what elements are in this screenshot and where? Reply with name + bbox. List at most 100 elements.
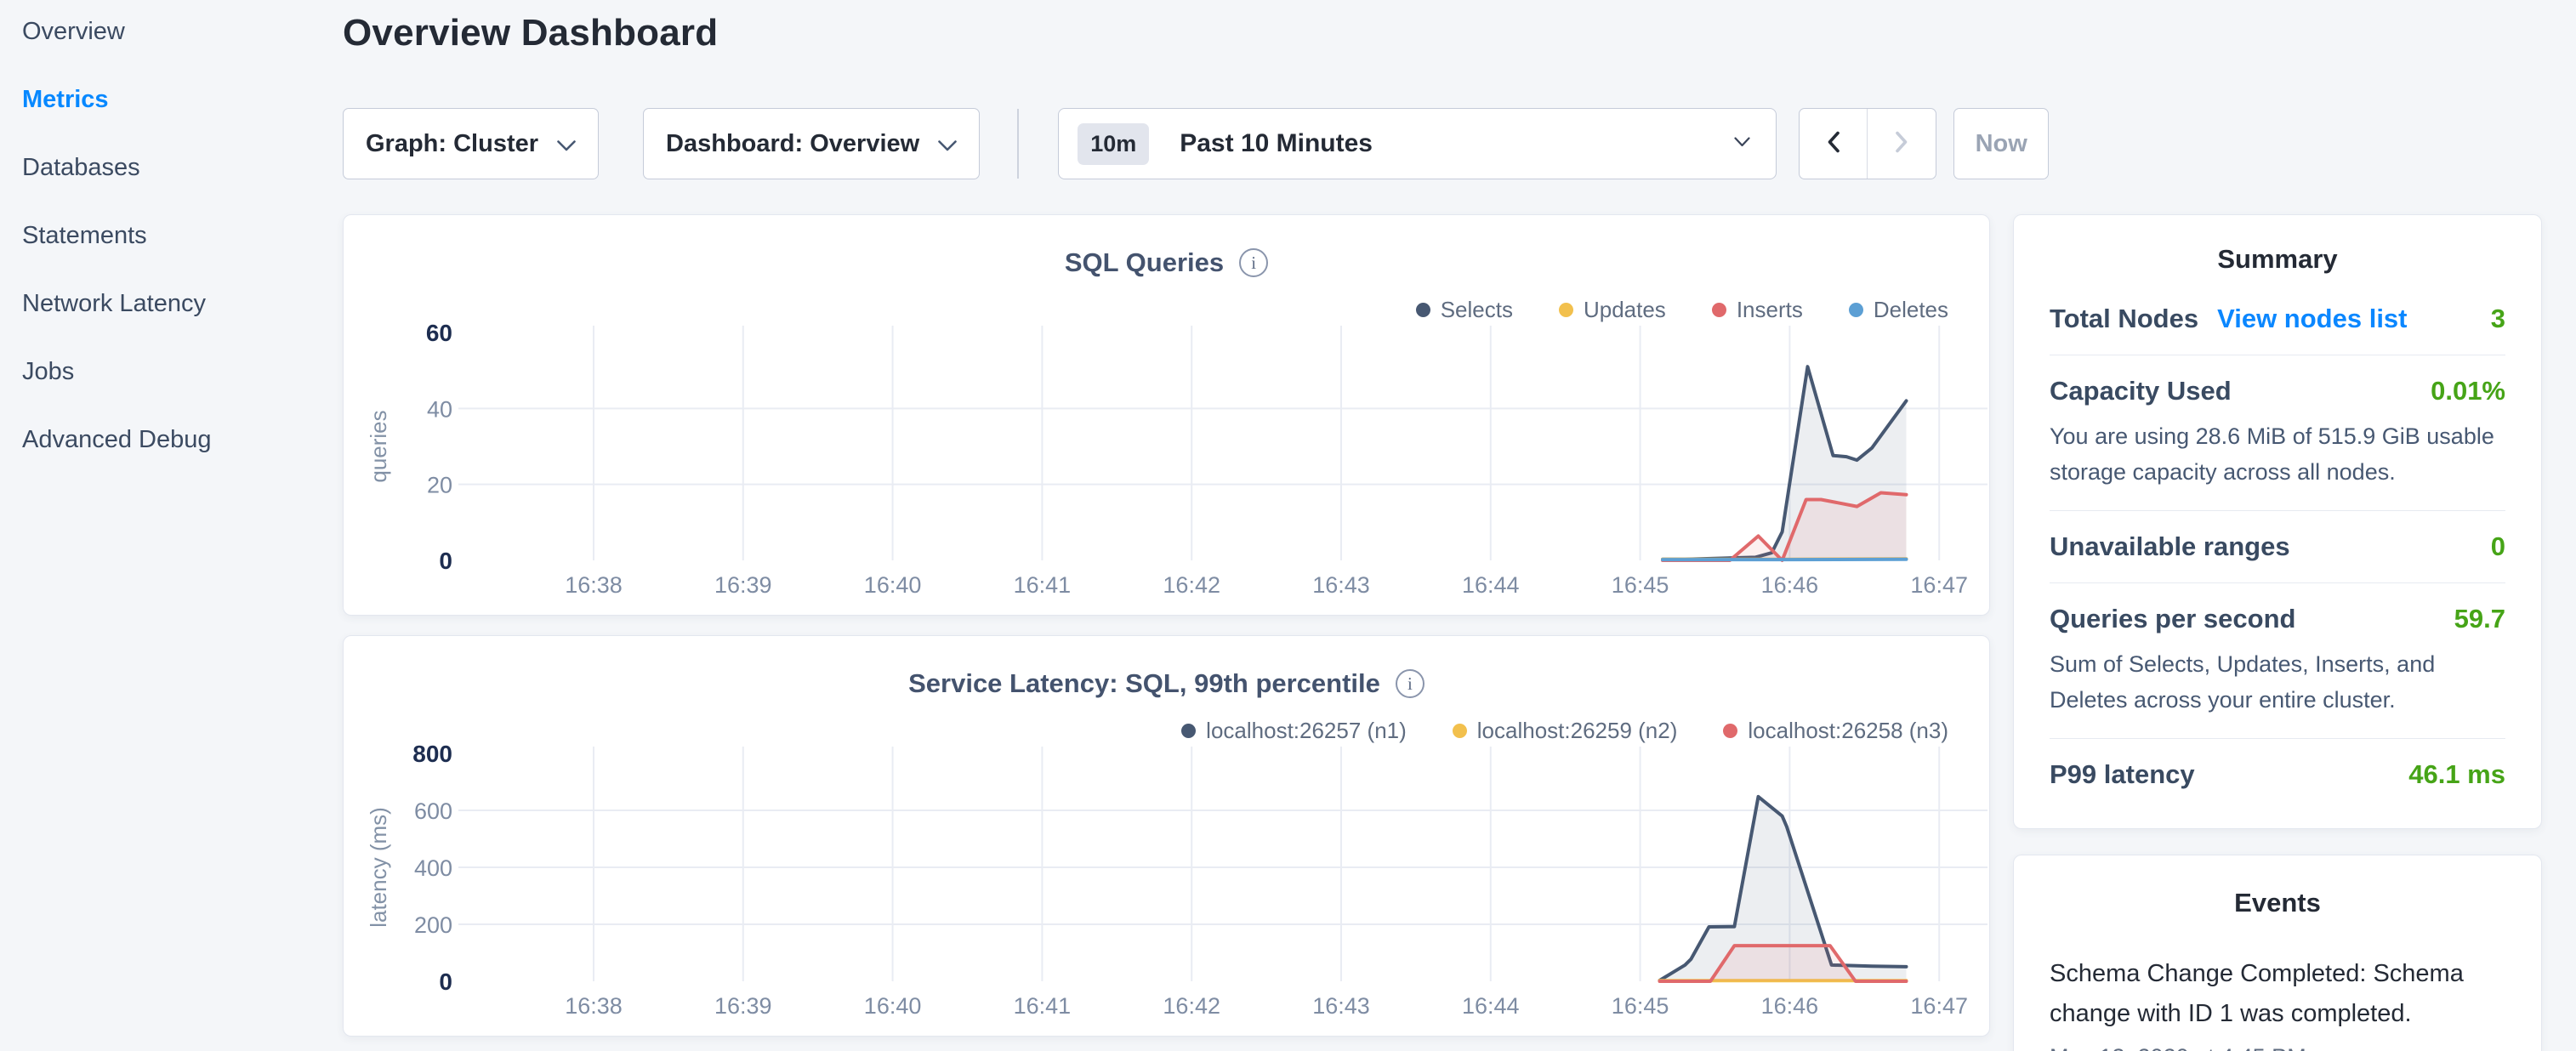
y-tick-label: 400 (414, 855, 452, 881)
sidebar: Overview Metrics Databases Statements Ne… (0, 0, 340, 1051)
x-tick-label: 16:39 (714, 993, 772, 1019)
y-tick-label: 800 (412, 741, 452, 767)
event-item[interactable]: Schema Change Completed: Schema change w… (2050, 954, 2505, 1051)
legend-label: localhost:26259 (n2) (1477, 718, 1678, 744)
legend-item[interactable]: localhost:26258 (n3) (1723, 718, 1948, 744)
summary-row-value: 46.1 ms (2408, 759, 2505, 790)
event-timestamp: May 13, 2020 at 4:45 PM (2050, 1044, 2505, 1051)
legend-dot-icon (1453, 724, 1467, 738)
x-tick-label: 16:43 (1312, 572, 1370, 598)
view-nodes-list-link[interactable]: View nodes list (2217, 304, 2407, 334)
time-range-label: Past 10 Minutes (1180, 129, 1373, 158)
summary-row-total-nodes: Total Nodes View nodes list 3 (2050, 283, 2505, 355)
legend-item[interactable]: Inserts (1712, 297, 1803, 323)
chevron-right-icon (1894, 131, 1909, 157)
x-tick-label: 16:41 (1014, 993, 1072, 1019)
sql-queries-chart-card: SQL Queries i Selects Updates Inserts Delet… (343, 214, 1990, 616)
now-button[interactable]: Now (1953, 108, 2049, 179)
summary-row-label: Queries per second (2050, 604, 2295, 634)
legend-dot-icon (1712, 303, 1726, 317)
y-axis-label: queries (366, 410, 391, 482)
x-tick-label: 16:46 (1761, 572, 1819, 598)
legend-dot-icon (1181, 724, 1196, 738)
toolbar: Graph: Cluster Dashboard: Overview 10m P… (343, 108, 2049, 179)
legend-label: Updates (1584, 297, 1666, 323)
events-title: Events (2050, 888, 2505, 918)
info-icon[interactable]: i (1396, 669, 1424, 698)
y-tick-label: 600 (414, 798, 452, 824)
summary-panel: Summary Total Nodes View nodes list 3 Ca… (2013, 214, 2542, 829)
summary-row-value: 0 (2491, 531, 2505, 562)
x-tick-label: 16:40 (864, 572, 922, 598)
chevron-down-icon (557, 130, 576, 158)
legend-item[interactable]: localhost:26257 (n1) (1181, 718, 1407, 744)
summary-row-label: Unavailable ranges (2050, 531, 2290, 562)
graph-scope-dropdown[interactable]: Graph: Cluster (343, 108, 599, 179)
x-tick-label: 16:42 (1163, 993, 1220, 1019)
legend-dot-icon (1723, 724, 1737, 738)
x-tick-label: 16:45 (1612, 993, 1669, 1019)
x-tick-label: 16:47 (1910, 993, 1968, 1019)
x-tick-label: 16:44 (1462, 993, 1520, 1019)
summary-row-label: P99 latency (2050, 759, 2195, 790)
legend-dot-icon (1416, 303, 1430, 317)
sidebar-item-network-latency[interactable]: Network Latency (0, 272, 340, 335)
summary-row-capacity-used: Capacity Used 0.01% You are using 28.6 M… (2050, 355, 2505, 510)
legend-item[interactable]: localhost:26259 (n2) (1453, 718, 1678, 744)
chart-title: SQL Queries i (344, 247, 1989, 278)
x-tick-label: 16:40 (864, 993, 922, 1019)
sidebar-item-overview[interactable]: Overview (0, 0, 340, 63)
sidebar-item-advanced-debug[interactable]: Advanced Debug (0, 408, 340, 471)
time-range-selector[interactable]: 10m Past 10 Minutes (1058, 108, 1777, 179)
time-step-forward-button[interactable] (1868, 109, 1936, 179)
y-tick-label: 40 (427, 396, 452, 422)
x-tick-label: 16:43 (1312, 993, 1370, 1019)
sidebar-item-jobs[interactable]: Jobs (0, 340, 340, 403)
summary-row-label: Capacity Used (2050, 376, 2232, 406)
service-latency-chart-card: Service Latency: SQL, 99th percentile i … (343, 635, 1990, 1037)
dashboard-dropdown[interactable]: Dashboard: Overview (643, 108, 980, 179)
y-tick-label: 60 (426, 320, 452, 346)
sidebar-item-statements[interactable]: Statements (0, 204, 340, 267)
summary-row-value: 59.7 (2454, 604, 2505, 634)
x-tick-label: 16:47 (1910, 572, 1968, 598)
events-panel: Events Schema Change Completed: Schema c… (2013, 855, 2542, 1051)
legend-item[interactable]: Selects (1416, 297, 1513, 323)
chart-title-text: Service Latency: SQL, 99th percentile (908, 668, 1380, 699)
x-tick-label: 16:38 (565, 572, 623, 598)
legend-dot-icon (1559, 303, 1573, 317)
chart-legend: localhost:26257 (n1) localhost:26259 (n2)… (1181, 718, 1948, 744)
time-step-back-button[interactable] (1800, 109, 1868, 179)
x-tick-label: 16:44 (1462, 572, 1520, 598)
summary-row-description: Sum of Selects, Updates, Inserts, and De… (2050, 646, 2505, 718)
legend-item[interactable]: Deletes (1849, 297, 1948, 323)
summary-title: Summary (2050, 244, 2505, 275)
summary-row-value: 0.01% (2431, 376, 2505, 406)
y-tick-label: 0 (439, 969, 452, 995)
summary-row-label: Total Nodes (2050, 304, 2198, 334)
chevron-left-icon (1826, 131, 1841, 157)
legend-label: Deletes (1874, 297, 1948, 323)
summary-row-description: You are using 28.6 MiB of 515.9 GiB usab… (2050, 418, 2505, 490)
toolbar-divider (1017, 109, 1019, 179)
event-message: Schema Change Completed: Schema change w… (2050, 954, 2505, 1034)
time-step-buttons (1799, 108, 1936, 179)
chevron-down-icon (1734, 136, 1750, 151)
legend-label: Inserts (1737, 297, 1803, 323)
legend-label: localhost:26258 (n3) (1748, 718, 1948, 744)
legend-label: Selects (1441, 297, 1513, 323)
summary-row-value: 3 (2491, 304, 2505, 334)
legend-item[interactable]: Updates (1559, 297, 1666, 323)
legend-dot-icon (1849, 303, 1863, 317)
dashboard-label: Dashboard: Overview (666, 130, 919, 158)
page-title: Overview Dashboard (343, 12, 718, 54)
info-icon[interactable]: i (1239, 248, 1268, 277)
summary-row-queries-per-second: Queries per second 59.7 Sum of Selects, … (2050, 583, 2505, 738)
y-axis-label: latency (ms) (366, 807, 391, 928)
sidebar-item-metrics[interactable]: Metrics (0, 68, 340, 131)
x-tick-label: 16:46 (1761, 993, 1819, 1019)
chevron-down-icon (938, 130, 957, 158)
y-tick-label: 0 (439, 548, 452, 574)
sidebar-item-databases[interactable]: Databases (0, 136, 340, 199)
summary-row-unavailable-ranges: Unavailable ranges 0 (2050, 511, 2505, 582)
